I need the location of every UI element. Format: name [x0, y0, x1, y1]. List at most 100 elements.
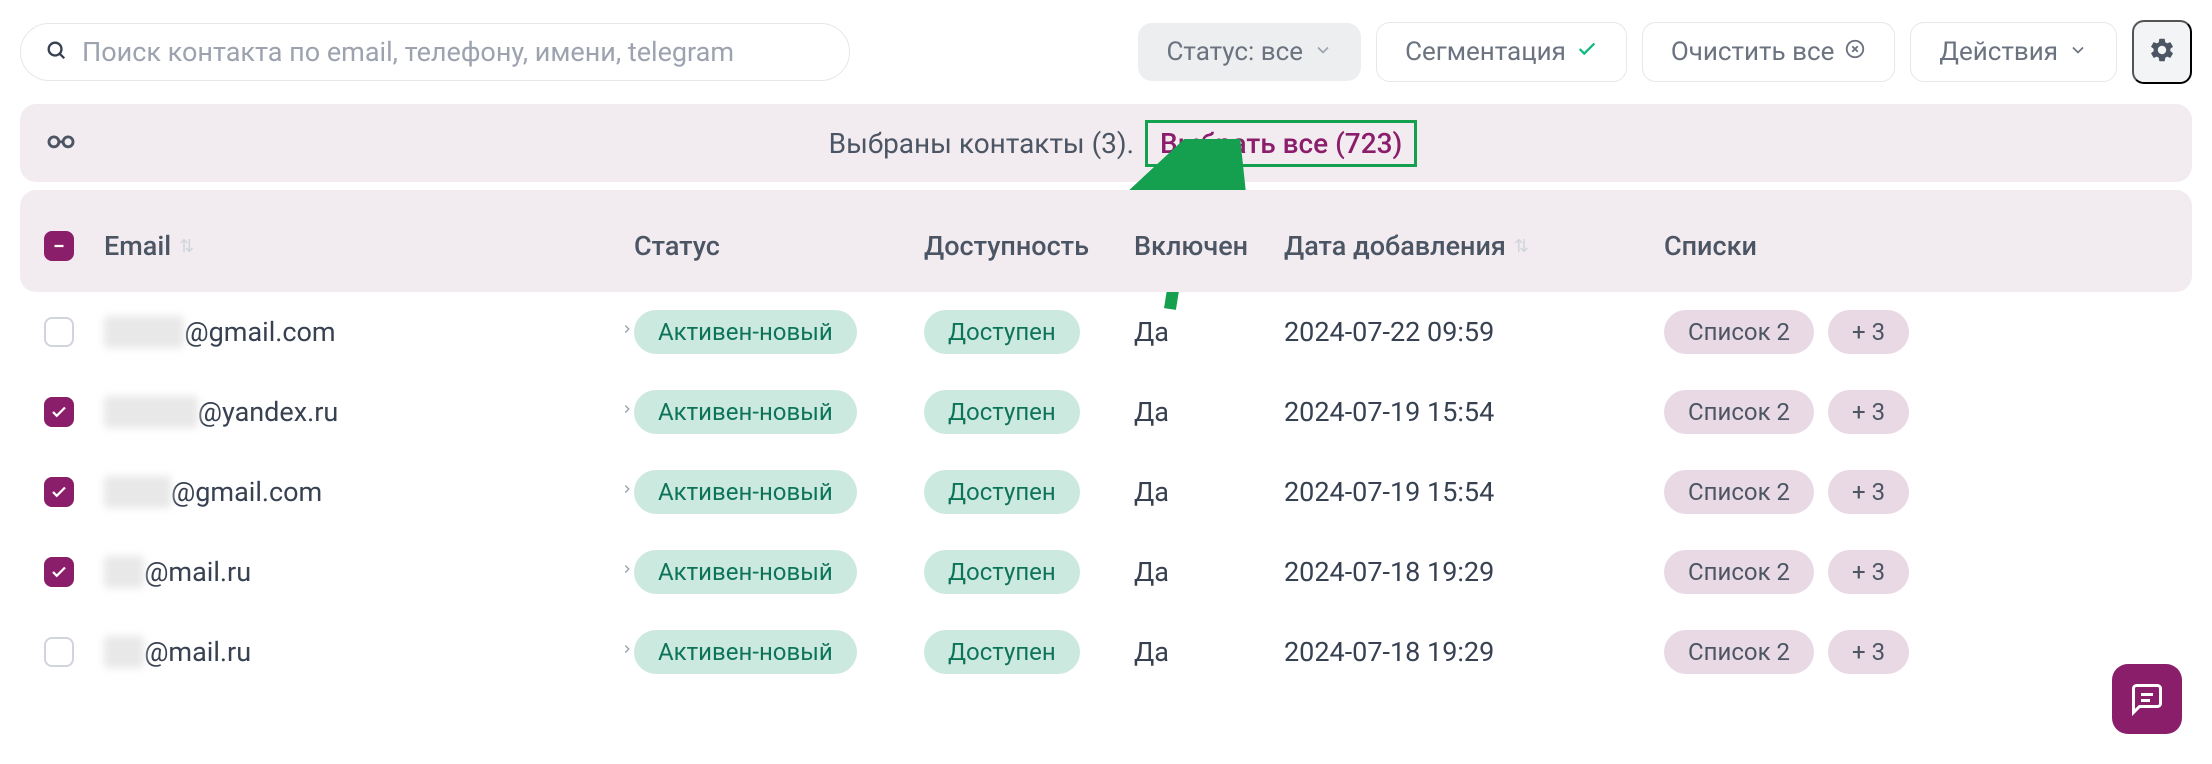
row-checkbox[interactable] — [44, 637, 74, 667]
email-prefix: xxx — [104, 556, 144, 588]
column-email-label: Email — [104, 230, 171, 262]
status-badge: Активен-новый — [634, 310, 857, 354]
date-cell: 2024-07-19 15:54 — [1284, 396, 1664, 428]
check-icon — [1576, 37, 1598, 67]
select-all-link[interactable]: Выбрать все (723) — [1145, 120, 1417, 167]
gear-icon — [2148, 53, 2176, 68]
actions-label: Действия — [1939, 37, 2058, 67]
list-badge[interactable]: Список 2 — [1664, 310, 1814, 354]
lists-cell: Список 2 + 3 — [1664, 630, 2168, 674]
table-row: xxx@mail.ru Активен-новый Доступен Да 20… — [20, 612, 2192, 692]
lists-cell: Список 2 + 3 — [1664, 310, 2168, 354]
search-container[interactable] — [20, 23, 850, 81]
column-date[interactable]: Дата добавления ⇅ — [1284, 230, 1664, 262]
email-cell[interactable]: xxx@mail.ru — [104, 636, 634, 668]
date-cell: 2024-07-19 15:54 — [1284, 476, 1664, 508]
email-suffix: @gmail.com — [184, 316, 335, 348]
email-cell[interactable]: xxx@mail.ru — [104, 556, 634, 588]
selection-text: Выбраны контакты (3). Выбрать все (723) — [78, 127, 2168, 160]
status-badge: Активен-новый — [634, 630, 857, 674]
availability-badge: Доступен — [924, 470, 1080, 514]
actions-button[interactable]: Действия — [1910, 22, 2117, 82]
row-checkbox[interactable] — [44, 557, 74, 587]
table-header: Email ⇅ Статус Доступность Включен Дата … — [20, 190, 2192, 292]
list-badge[interactable]: Список 2 — [1664, 390, 1814, 434]
column-lists[interactable]: Списки — [1664, 230, 2168, 262]
row-checkbox[interactable] — [44, 397, 74, 427]
email-suffix: @mail.ru — [144, 556, 251, 588]
enabled-cell: Да — [1134, 636, 1284, 668]
status-badge: Активен-новый — [634, 470, 857, 514]
select-all-checkbox[interactable] — [44, 231, 74, 261]
close-circle-icon — [1844, 37, 1866, 67]
email-suffix: @mail.ru — [144, 636, 251, 668]
table-row: xxxxx@gmail.com Активен-новый Доступен Д… — [20, 452, 2192, 532]
column-email[interactable]: Email ⇅ — [104, 230, 634, 262]
email-cell[interactable]: xxxxx@gmail.com — [104, 476, 634, 508]
more-lists-badge[interactable]: + 3 — [1828, 630, 1909, 674]
chevron-right-icon — [620, 318, 634, 346]
segmentation-button[interactable]: Сегментация — [1376, 22, 1627, 82]
more-lists-badge[interactable]: + 3 — [1828, 390, 1909, 434]
table-row: xxxxxx@gmail.com Активен-новый Доступен … — [20, 292, 2192, 372]
lists-cell: Список 2 + 3 — [1664, 550, 2168, 594]
toolbar: Статус: все Сегментация Очистить все Дей… — [20, 20, 2192, 84]
status-badge: Активен-новый — [634, 390, 857, 434]
email-prefix: xxx — [104, 636, 144, 668]
email-suffix: @yandex.ru — [198, 396, 339, 428]
email-prefix: xxxxxx — [104, 316, 184, 348]
email-prefix: xxxxx — [104, 476, 171, 508]
list-badge[interactable]: Список 2 — [1664, 470, 1814, 514]
search-input[interactable] — [82, 36, 825, 68]
email-suffix: @gmail.com — [171, 476, 322, 508]
chevron-right-icon — [620, 558, 634, 586]
chevron-down-icon — [2068, 37, 2088, 67]
more-lists-badge[interactable]: + 3 — [1828, 470, 1909, 514]
table-row: xxx@mail.ru Активен-новый Доступен Да 20… — [20, 532, 2192, 612]
clear-all-button[interactable]: Очистить все — [1642, 22, 1896, 82]
availability-badge: Доступен — [924, 630, 1080, 674]
row-checkbox[interactable] — [44, 477, 74, 507]
date-cell: 2024-07-22 09:59 — [1284, 316, 1664, 348]
enabled-cell: Да — [1134, 476, 1284, 508]
chevron-right-icon — [620, 398, 634, 426]
email-cell[interactable]: xxxxxx@gmail.com — [104, 316, 634, 348]
settings-button[interactable] — [2132, 20, 2192, 84]
search-icon — [45, 39, 67, 66]
sort-icon: ⇅ — [179, 236, 194, 257]
column-enabled[interactable]: Включен — [1134, 230, 1284, 262]
availability-badge: Доступен — [924, 550, 1080, 594]
email-prefix: xxxxxxx — [104, 396, 198, 428]
enabled-cell: Да — [1134, 316, 1284, 348]
date-cell: 2024-07-18 19:29 — [1284, 556, 1664, 588]
list-badge[interactable]: Список 2 — [1664, 550, 1814, 594]
date-cell: 2024-07-18 19:29 — [1284, 636, 1664, 668]
chevron-right-icon — [620, 638, 634, 666]
lists-cell: Список 2 + 3 — [1664, 470, 2168, 514]
status-badge: Активен-новый — [634, 550, 857, 594]
column-date-label: Дата добавления — [1284, 230, 1506, 262]
list-badge[interactable]: Список 2 — [1664, 630, 1814, 674]
table-body: xxxxxx@gmail.com Активен-новый Доступен … — [20, 292, 2192, 692]
table-row: xxxxxxx@yandex.ru Активен-новый Доступен… — [20, 372, 2192, 452]
glasses-icon — [44, 122, 78, 164]
selected-count: Выбраны контакты (3). — [829, 127, 1134, 160]
column-availability[interactable]: Доступность — [924, 230, 1134, 262]
chat-button[interactable] — [2112, 664, 2182, 734]
email-cell[interactable]: xxxxxxx@yandex.ru — [104, 396, 634, 428]
status-filter-label: Статус: все — [1166, 37, 1303, 67]
enabled-cell: Да — [1134, 556, 1284, 588]
more-lists-badge[interactable]: + 3 — [1828, 310, 1909, 354]
more-lists-badge[interactable]: + 3 — [1828, 550, 1909, 594]
lists-cell: Список 2 + 3 — [1664, 390, 2168, 434]
enabled-cell: Да — [1134, 396, 1284, 428]
status-filter-button[interactable]: Статус: все — [1138, 23, 1361, 81]
chevron-right-icon — [620, 478, 634, 506]
row-checkbox[interactable] — [44, 317, 74, 347]
column-status[interactable]: Статус — [634, 230, 924, 262]
sort-icon: ⇅ — [1514, 236, 1529, 257]
selection-bar: Выбраны контакты (3). Выбрать все (723) — [20, 104, 2192, 182]
clear-all-label: Очистить все — [1671, 37, 1835, 67]
chevron-down-icon — [1313, 37, 1333, 67]
chat-icon — [2129, 681, 2165, 717]
